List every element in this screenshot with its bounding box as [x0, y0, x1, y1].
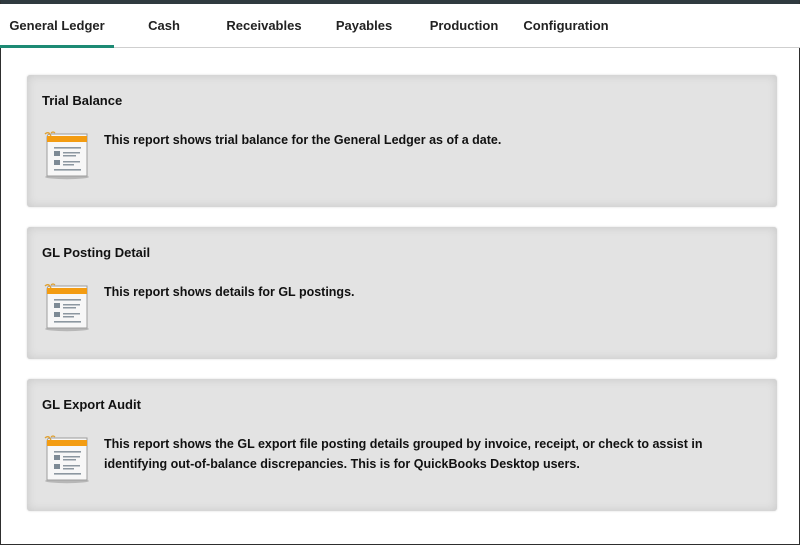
tab-cash[interactable]: Cash	[136, 4, 192, 47]
report-document-icon	[44, 131, 89, 180]
tab-payables[interactable]: Payables	[330, 4, 398, 47]
report-description: This report shows trial balance for the …	[104, 133, 502, 147]
tab-receivables[interactable]: Receivables	[220, 4, 308, 47]
report-description: This report shows details for GL posting…	[104, 285, 355, 299]
report-document-icon	[44, 435, 89, 484]
report-description: This report shows the GL export file pos…	[104, 437, 703, 471]
report-card-trial-balance[interactable]: Trial Balance This report shows trial ba…	[27, 75, 777, 207]
report-category-tabs: General Ledger Cash Receivables Payables…	[0, 4, 800, 48]
tab-configuration[interactable]: Configuration	[520, 4, 612, 47]
report-card-gl-posting-detail[interactable]: GL Posting Detail This report shows deta…	[27, 227, 777, 359]
tab-production[interactable]: Production	[422, 4, 506, 47]
report-title: Trial Balance	[42, 93, 123, 108]
report-title: GL Posting Detail	[42, 245, 151, 260]
report-document-icon	[44, 283, 89, 332]
report-card-gl-export-audit[interactable]: GL Export Audit This report shows the GL…	[27, 379, 777, 511]
report-title: GL Export Audit	[42, 397, 141, 412]
tab-general-ledger[interactable]: General Ledger	[0, 4, 114, 48]
